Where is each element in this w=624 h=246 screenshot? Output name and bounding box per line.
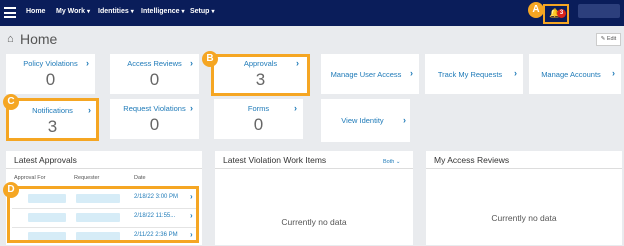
- chevron-down-icon: ⌄: [395, 159, 401, 165]
- chevron-down-icon: ▾: [211, 9, 215, 15]
- nav-identities-label: Identities: [98, 8, 129, 15]
- user-menu[interactable]: [578, 4, 620, 18]
- chevron-right-icon: ›: [86, 58, 89, 68]
- chevron-right-icon: ›: [612, 68, 615, 78]
- tile-count: 0: [149, 115, 160, 134]
- panel-title: Latest Violation Work Items: [223, 155, 327, 165]
- notifications-button[interactable]: 🔔 3: [543, 4, 569, 24]
- notification-badge: 3: [557, 9, 566, 18]
- nav-home[interactable]: Home: [26, 0, 45, 26]
- edit-button[interactable]: ✎ Edit: [596, 33, 621, 46]
- nav-intelligence-label: Intelligence: [141, 8, 180, 15]
- nav-identities[interactable]: Identities ▾: [98, 0, 134, 26]
- chevron-right-icon: ›: [88, 105, 91, 115]
- divider: [426, 168, 622, 169]
- nav-intelligence[interactable]: Intelligence ▾: [141, 0, 185, 26]
- column-header-date: Date: [134, 175, 146, 181]
- latest-violations-panel: Latest Violation Work Items Both ⌄ Curre…: [215, 151, 413, 245]
- tile-count: 3: [255, 70, 266, 89]
- tile-approvals[interactable]: Approvals 3 ›: [211, 54, 310, 96]
- tile-manage-accounts[interactable]: Manage Accounts ›: [529, 54, 621, 94]
- edit-label: Edit: [606, 36, 617, 42]
- tile-label: Track My Requests: [437, 69, 503, 79]
- access-reviews-panel: My Access Reviews Currently no data: [426, 151, 622, 245]
- column-header-approval-for: Approval For: [14, 175, 46, 181]
- tile-label: Access Reviews: [127, 59, 182, 68]
- home-icon: ⌂: [7, 33, 14, 45]
- page-title: Home: [20, 31, 58, 47]
- tile-count: 0: [253, 115, 264, 134]
- chevron-down-icon: ▾: [130, 9, 134, 15]
- column-header-requester: Requester: [74, 175, 100, 181]
- tile-label: Manage User Access: [330, 69, 402, 79]
- tile-forms[interactable]: Forms 0 ›: [214, 99, 303, 139]
- callout-d: D: [3, 182, 19, 198]
- chevron-down-icon: ▾: [181, 9, 185, 15]
- divider: [6, 168, 202, 169]
- chevron-right-icon: ›: [190, 58, 193, 68]
- nav-setup-label: Setup: [190, 8, 210, 15]
- chevron-right-icon: ›: [190, 103, 193, 113]
- tile-label: Forms: [247, 104, 270, 113]
- chevron-down-icon: ▾: [87, 9, 91, 15]
- tile-track-my-requests[interactable]: Track My Requests ›: [425, 54, 523, 94]
- panel-title: My Access Reviews: [434, 155, 510, 165]
- divider: [215, 168, 413, 169]
- tile-count: 0: [45, 70, 56, 89]
- tile-label: Policy Violations: [23, 59, 78, 68]
- menu-icon[interactable]: [4, 7, 16, 18]
- tile-view-identity[interactable]: View Identity ›: [321, 99, 410, 142]
- filter-label: Both: [383, 159, 395, 165]
- tile-label: Notifications: [32, 106, 73, 115]
- chevron-right-icon: ›: [403, 115, 406, 125]
- chevron-right-icon: ›: [410, 68, 413, 78]
- tile-label: Manage Accounts: [541, 69, 601, 79]
- nav-my-work[interactable]: My Work ▾: [56, 0, 90, 26]
- tile-label: Request Violations: [123, 104, 186, 113]
- chevron-right-icon: ›: [296, 58, 299, 68]
- callout-b: B: [202, 51, 218, 67]
- tile-request-violations[interactable]: Request Violations 0 ›: [110, 99, 199, 139]
- tile-notifications[interactable]: Notifications 3 ›: [6, 98, 99, 141]
- pencil-icon: ✎: [600, 36, 606, 42]
- tile-policy-violations[interactable]: Policy Violations 0 ›: [6, 54, 95, 94]
- rows-highlight: [7, 186, 199, 243]
- empty-message: Currently no data: [281, 217, 347, 227]
- tile-count: 0: [149, 70, 160, 89]
- tile-label: View Identity: [341, 116, 384, 125]
- callout-c: C: [3, 94, 19, 110]
- empty-message: Currently no data: [491, 213, 557, 223]
- tile-count: 3: [47, 117, 58, 136]
- panel-title: Latest Approvals: [14, 155, 77, 165]
- callout-a: A: [528, 2, 544, 18]
- chevron-right-icon: ›: [514, 68, 517, 78]
- nav-setup[interactable]: Setup ▾: [190, 0, 214, 26]
- filter-dropdown[interactable]: Both ⌄: [383, 159, 400, 165]
- chevron-right-icon: ›: [294, 103, 297, 113]
- tile-label: Approvals: [243, 59, 278, 68]
- nav-home-label: Home: [26, 8, 46, 15]
- nav-my-work-label: My Work: [56, 8, 86, 15]
- tile-manage-user-access[interactable]: Manage User Access ›: [321, 54, 419, 94]
- tile-access-reviews[interactable]: Access Reviews 0 ›: [110, 54, 199, 94]
